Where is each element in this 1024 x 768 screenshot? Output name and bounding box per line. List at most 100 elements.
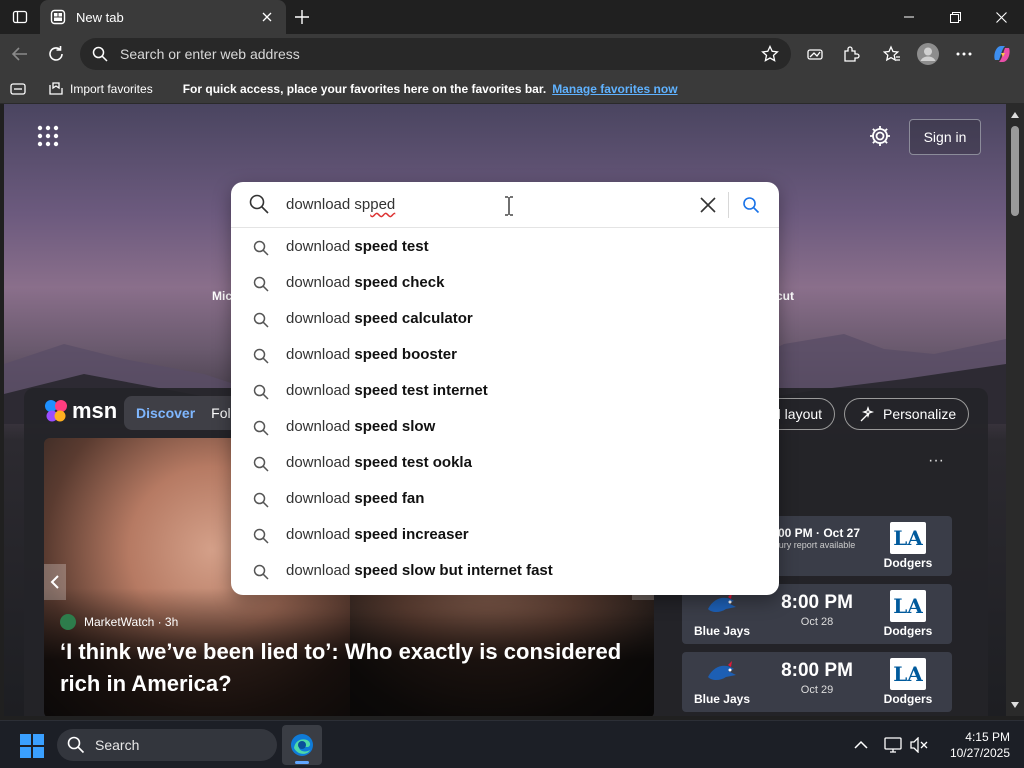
suggestion-prefix: download [286,346,355,363]
suggestion-completion: speed slow [354,418,436,435]
suggestion-search-icon [253,420,269,436]
hero-headline[interactable]: ‘I think we’ve been lied to’: Who exactl… [60,636,650,700]
manage-favorites-link[interactable]: Manage favorites now [552,82,677,96]
suggestion-prefix: download [286,562,355,579]
suggestion-search-icon [253,312,269,328]
favorite-star-icon[interactable] [761,45,779,63]
marketwatch-logo-icon [60,614,76,630]
suggestion-item[interactable]: download speed test [231,229,779,265]
suggestion-text: download speed slow but internet fast [286,562,553,579]
tab-new-tab[interactable]: New tab [40,0,286,34]
suggestion-item[interactable]: download speed fan [231,481,779,517]
taskbar-clock[interactable]: 4:15 PM 10/27/2025 [940,729,1010,761]
import-icon [49,81,63,95]
clear-search-icon[interactable] [699,196,717,214]
collapse-sidebar-icon[interactable] [10,82,26,96]
new-tab-button[interactable] [289,4,315,30]
show-hidden-icons-chevron-icon[interactable] [851,735,871,755]
tab-actions-icon[interactable] [8,5,32,29]
away-team: LA Dodgers [878,590,938,638]
suggestion-item[interactable]: download speed check [231,265,779,301]
close-window-button[interactable] [978,0,1024,34]
search-query: download spped [286,196,395,213]
blue-jays-logo-icon [704,658,740,690]
extension-visual-icon[interactable] [801,40,829,68]
hero-prev-arrow[interactable] [44,564,66,600]
away-team-name: Dodgers [883,624,933,638]
copilot-icon[interactable] [988,40,1016,68]
refresh-button[interactable] [42,40,70,68]
suggestion-prefix: download [286,526,355,543]
tab-close-icon[interactable] [258,8,276,26]
suggestion-prefix: download [286,454,355,471]
suggestion-text: download speed booster [286,346,457,363]
sports-more-icon[interactable]: ··· [928,452,944,470]
home-team: Blue Jays [692,658,752,706]
volume-muted-icon[interactable] [909,735,929,755]
suggestion-search-icon [253,240,269,256]
game-time-block: 8:00 PM Oct 28 [762,592,872,628]
taskbar-search[interactable]: Search [57,729,277,761]
suggestion-text: download speed increaser [286,526,469,543]
network-monitor-icon[interactable] [883,735,903,755]
suggestion-item[interactable]: download speed increaser [231,517,779,553]
suggestion-completion: speed slow but internet fast [354,562,553,579]
suggestion-text: download speed test internet [286,382,488,399]
suggestion-item[interactable]: download speed slow [231,409,779,445]
suggestion-completion: speed test ookla [354,454,472,471]
dodgers-logo-icon: LA [890,658,926,690]
page-settings-gear-icon[interactable] [868,124,892,148]
game-time-block: 8:00 PM Oct 29 [762,660,872,696]
suggestion-item[interactable]: download speed test ookla [231,445,779,481]
personalize-label: Personalize [883,406,957,422]
clock-time: 4:15 PM [965,730,1010,744]
msn-logo[interactable]: msn [44,398,117,424]
back-button[interactable] [6,40,34,68]
suggestion-search-icon [253,528,269,544]
game-date: Oct 29 [800,684,834,696]
suggestion-item[interactable]: download speed test internet [231,373,779,409]
more-menu-icon[interactable] [950,40,978,68]
taskbar-edge-app[interactable] [282,725,322,765]
suggestion-search-icon [253,276,269,292]
profile-avatar[interactable] [914,40,942,68]
scrollbar-thumb[interactable] [1011,126,1019,216]
favorites-icon[interactable] [878,40,906,68]
quick-link-label-left[interactable]: Mic [212,289,232,303]
browser-toolbar: Search or enter web address [0,34,1024,74]
taskbar: Search 4:15 PM 10/27/2025 [0,720,1024,768]
address-bar[interactable]: Search or enter web address [80,38,791,70]
hero-source-label: MarketWatch · 3h [84,615,179,629]
edge-icon [291,734,313,756]
tab-following[interactable]: Fol [211,405,230,421]
new-tab-favicon-icon [50,9,66,25]
apps-grid-icon[interactable] [36,124,60,148]
suggestion-completion: speed calculator [354,310,473,327]
suggestion-item[interactable]: download speed booster [231,337,779,373]
sign-in-button[interactable]: Sign in [909,119,981,155]
page-scrollbar[interactable] [1006,104,1024,716]
start-button[interactable] [20,734,44,758]
suggestion-completion: speed increaser [354,526,469,543]
tab-discover[interactable]: Discover [136,405,195,421]
suggestion-prefix: download [286,310,355,327]
suggestion-item[interactable]: download speed calculator [231,301,779,337]
game-time: 8:00 PM [781,592,853,613]
extensions-puzzle-icon[interactable] [837,40,865,68]
away-team: LA Dodgers [878,658,938,706]
suggestion-search-icon [253,384,269,400]
restore-button[interactable] [932,0,978,34]
minimize-button[interactable] [886,0,932,34]
search-submit-icon[interactable] [742,196,760,214]
suggestion-prefix: download [286,238,355,255]
game-row[interactable]: Blue Jays 8:00 PM Oct 29 LA Dodgers [682,652,952,712]
dodgers-logo-icon: LA [890,590,926,622]
search-input[interactable]: download spped [231,182,779,228]
import-favorites-button[interactable]: Import favorites [48,82,153,96]
import-favorites-label: Import favorites [70,81,153,96]
personalize-button[interactable]: Personalize [844,398,970,430]
suggestion-item[interactable]: download speed slow but internet fast [231,553,779,589]
hero-source: MarketWatch · 3h [60,614,178,630]
suggestion-search-icon [253,456,269,472]
favorites-bar: Import favorites For quick access, place… [0,74,1024,104]
